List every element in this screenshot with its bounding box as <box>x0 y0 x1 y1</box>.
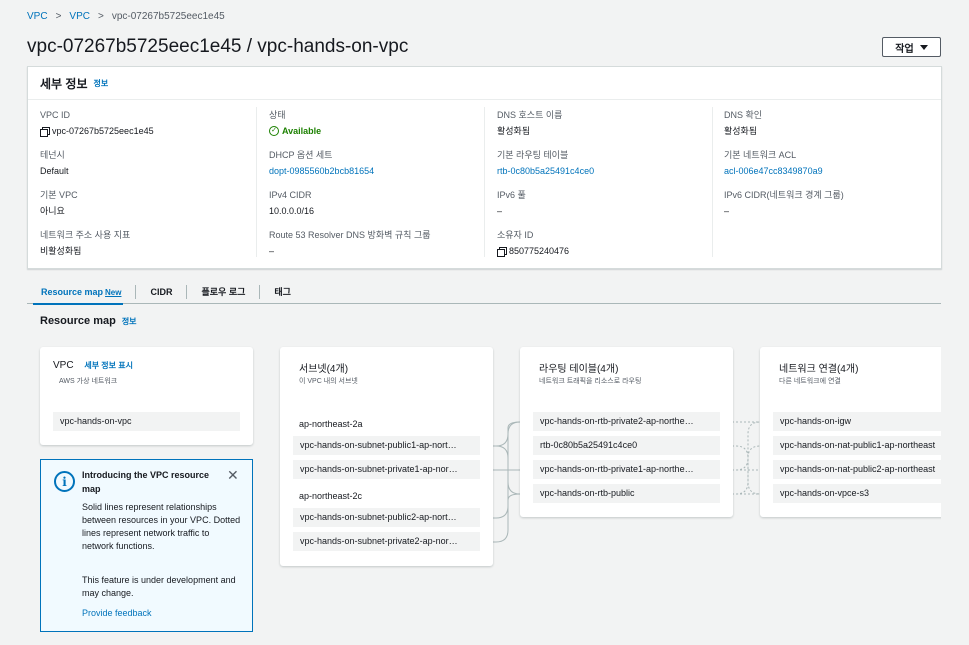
route-tables-card: 라우팅 테이블(4개) 네트워크 트래픽을 리소스로 라우팅 vpc-hands… <box>520 347 733 517</box>
subnets-card-title: 서브넷(4개) <box>299 364 349 375</box>
network-card-subtitle: 다른 네트워크에 연결 <box>779 378 841 385</box>
network-card-title: 네트워크 연결(4개) <box>779 364 859 375</box>
vpc-card: VPC 세부 정보 표시 AWS 가상 네트워크 vpc-hands-on-vp… <box>40 347 253 445</box>
info-icon: i <box>54 471 75 492</box>
route-table-item[interactable]: vpc-hands-on-rtb-public <box>533 484 720 503</box>
network-item[interactable]: vpc-hands-on-igw <box>773 412 941 431</box>
vpc-card-title: VPC 세부 정보 표시 <box>53 360 133 371</box>
vpc-card-title-text: VPC <box>53 360 74 371</box>
network-item[interactable]: vpc-hands-on-vpce-s3 <box>773 484 941 503</box>
route-table-item[interactable]: rtb-0c80b5a25491c4ce0 <box>533 436 720 455</box>
vpc-details-link[interactable]: 세부 정보 표시 <box>84 361 133 370</box>
callout-body: Solid lines represent relationships betw… <box>82 502 241 551</box>
route-table-item[interactable]: vpc-hands-on-rtb-private1-ap-northe… <box>533 460 720 479</box>
route-tables-card-title: 라우팅 테이블(4개) <box>539 364 619 375</box>
network-connections-card: 네트워크 연결(4개) 다른 네트워크에 연결 vpc-hands-on-igw… <box>760 347 941 517</box>
subnet-item[interactable]: vpc-hands-on-subnet-private1-ap-nor… <box>293 460 480 479</box>
close-icon[interactable]: ✕ <box>227 467 239 484</box>
network-item[interactable]: vpc-hands-on-nat-public1-ap-northeast <box>773 436 941 455</box>
feedback-link[interactable]: Provide feedback <box>82 608 152 618</box>
route-table-item[interactable]: vpc-hands-on-rtb-private2-ap-northe… <box>533 412 720 431</box>
network-item[interactable]: vpc-hands-on-nat-public2-ap-northeast <box>773 460 941 479</box>
vpc-item[interactable]: vpc-hands-on-vpc <box>53 412 240 431</box>
subnet-item[interactable]: vpc-hands-on-subnet-public1-ap-nort… <box>293 436 480 455</box>
callout-title: Introducing the VPC resource map <box>82 470 210 494</box>
az-label: ap-northeast-2c <box>299 491 363 501</box>
network-card-clip: 네트워크 연결(4개) 다른 네트워크에 연결 vpc-hands-on-igw… <box>755 340 941 530</box>
route-tables-card-subtitle: 네트워크 트래픽을 리소스로 라우팅 <box>539 378 642 385</box>
subnet-item[interactable]: vpc-hands-on-subnet-private2-ap-nor… <box>293 532 480 551</box>
subnet-item[interactable]: vpc-hands-on-subnet-public2-ap-nort… <box>293 508 480 527</box>
subnets-card-subtitle: 이 VPC 내의 서브넷 <box>299 378 358 385</box>
callout-body-note: This feature is under development and ma… <box>82 575 236 598</box>
az-label: ap-northeast-2a <box>299 419 363 429</box>
resource-map-callout: i Introducing the VPC resource map ✕ Sol… <box>40 459 253 632</box>
subnets-card: 서브넷(4개) 이 VPC 내의 서브넷 ap-northeast-2a vpc… <box>280 347 493 566</box>
vpc-card-subtitle: AWS 가상 네트워크 <box>59 378 118 385</box>
